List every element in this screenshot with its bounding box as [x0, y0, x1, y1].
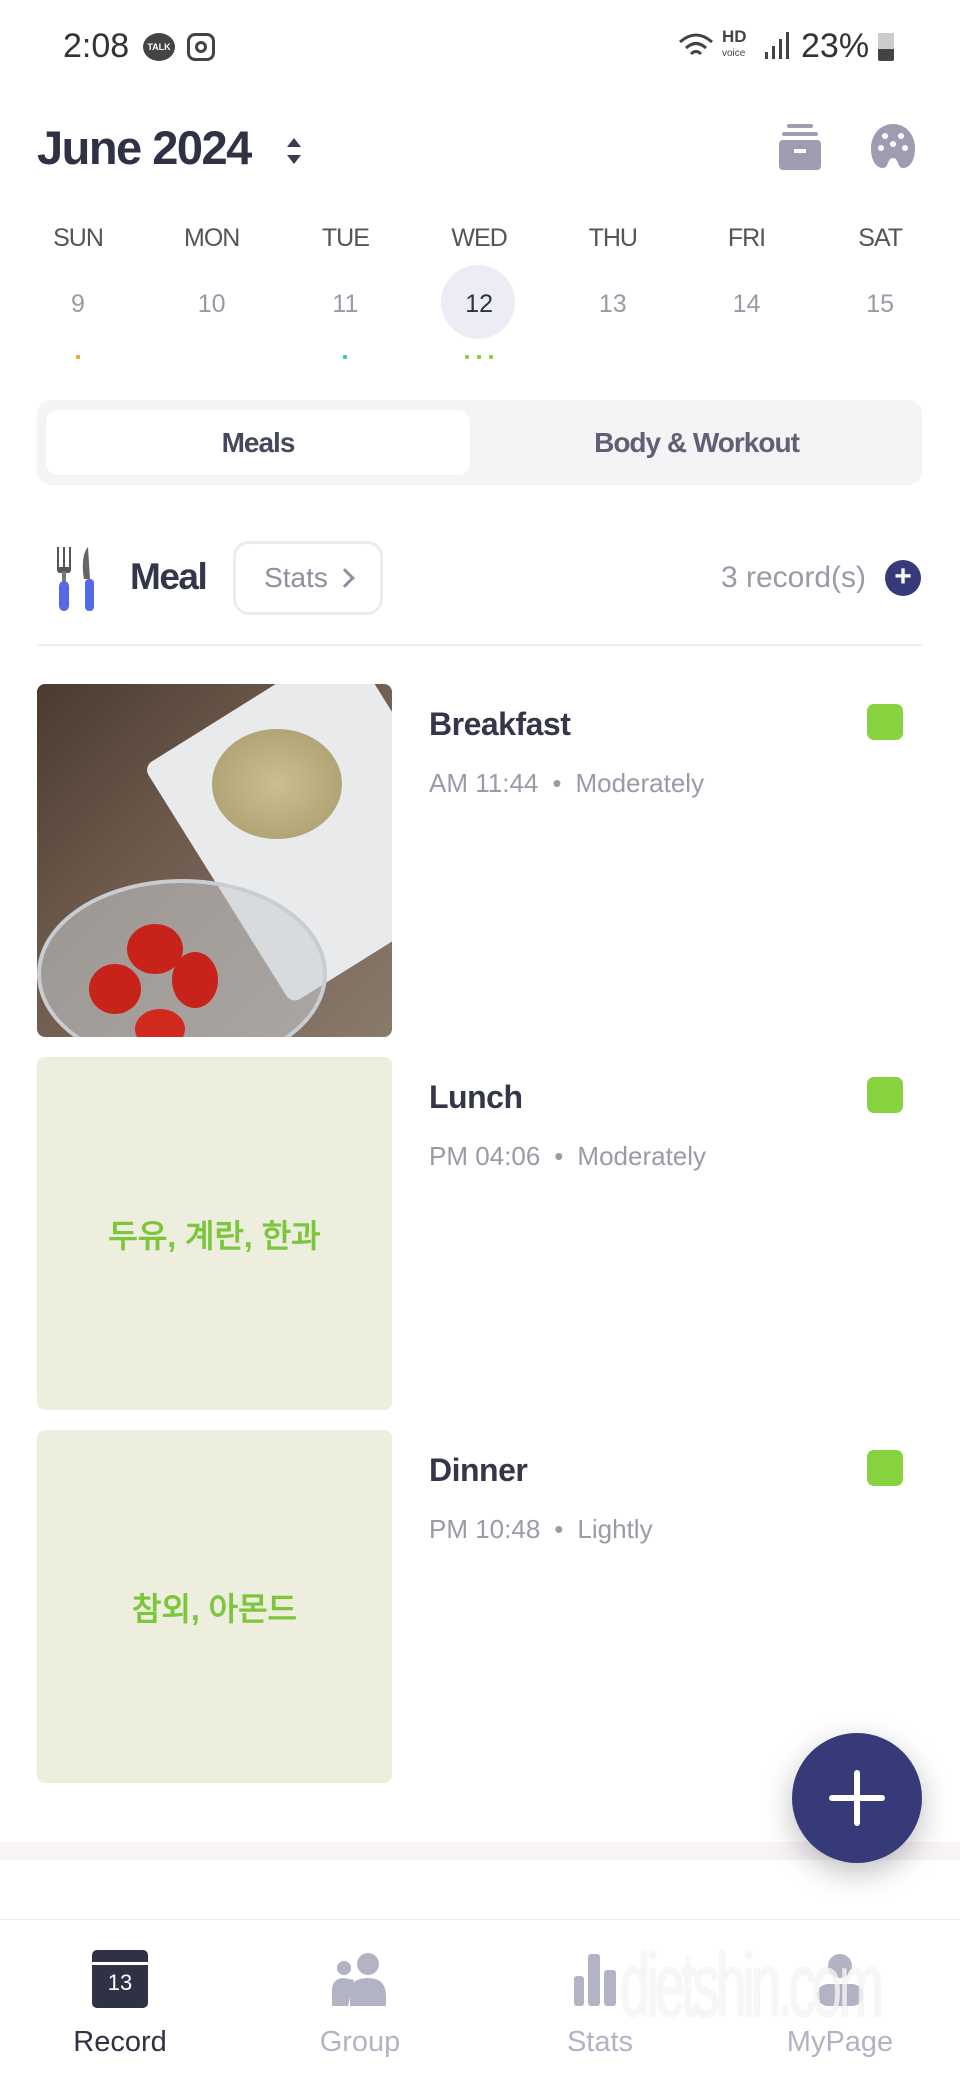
month-title[interactable]: June 2024: [37, 120, 252, 175]
record-count: 3 record(s): [720, 561, 866, 594]
record-meta: PM 04:06 • Moderately: [429, 1141, 706, 1172]
chevron-right-icon: [335, 568, 355, 588]
stats-button[interactable]: Stats: [233, 541, 383, 615]
record-time: PM 10:48: [429, 1514, 541, 1544]
fork-knife-icon: [57, 547, 94, 611]
record-dot: [343, 355, 348, 359]
date-14[interactable]: 14: [680, 290, 814, 319]
record-type-tabs: Meals Body & Workout: [37, 400, 922, 485]
battery-icon: [878, 33, 894, 61]
weekday-label: WED: [451, 224, 507, 252]
record-dot: [465, 355, 470, 359]
record-meta: PM 10:48 • Lightly: [429, 1514, 653, 1545]
nav-group-label[interactable]: Group: [240, 2026, 480, 2059]
date-10[interactable]: 10: [145, 290, 279, 319]
weekday-label: MON: [184, 224, 240, 252]
hd-voice-icon: HD voice: [722, 27, 747, 61]
dinner-image[interactable]: 참외, 아몬드: [37, 1430, 392, 1783]
weekday-label: SAT: [858, 224, 903, 252]
kakaotalk-icon: TALK: [143, 33, 175, 61]
record-time: AM 11:44: [429, 768, 539, 798]
separator-dot: •: [554, 1141, 564, 1171]
voice-label: voice: [722, 48, 746, 59]
nav-divider: [0, 1919, 960, 1920]
date-15[interactable]: 15: [813, 290, 947, 319]
record-dot: [489, 355, 494, 359]
group-icon[interactable]: [332, 1952, 390, 2008]
add-record-fab[interactable]: [792, 1733, 922, 1863]
record-dot: [76, 355, 80, 359]
status-square: [867, 704, 903, 740]
record-title[interactable]: Breakfast: [429, 706, 571, 743]
archive-icon[interactable]: [777, 122, 823, 170]
record-amount: Lightly: [577, 1514, 653, 1544]
nav-record-label[interactable]: Record: [0, 2026, 240, 2059]
nav-record[interactable]: 13: [0, 1950, 240, 2008]
record-title[interactable]: Dinner: [429, 1452, 528, 1489]
status-square: [867, 1077, 903, 1113]
date-9[interactable]: 9: [11, 290, 145, 319]
lunch-image[interactable]: 두유, 계란, 한과: [37, 1057, 392, 1410]
date-11[interactable]: 11: [278, 290, 412, 319]
weekday-label: THU: [588, 224, 638, 252]
stats-label: Stats: [264, 562, 328, 593]
add-meal-plus-icon[interactable]: +: [885, 560, 921, 596]
record-title[interactable]: Lunch: [429, 1079, 523, 1116]
sort-toggle-icon[interactable]: [284, 135, 304, 167]
status-square: [867, 1450, 903, 1486]
status-time: 2:08: [63, 27, 130, 65]
tab-meals[interactable]: Meals: [46, 410, 470, 475]
weekday-label: FRI: [727, 224, 766, 252]
hd-label: HD: [722, 27, 747, 46]
battery-percent: 23%: [801, 27, 870, 65]
divider: [37, 644, 922, 646]
record-dot: [477, 355, 482, 359]
date-13[interactable]: 13: [546, 290, 680, 319]
record-amount: Moderately: [575, 768, 705, 798]
record-time: PM 04:06: [429, 1141, 541, 1171]
calendar-badge: 13: [107, 1970, 133, 1995]
meal-section-title: Meal: [130, 556, 208, 597]
record-meta: AM 11:44 • Moderately: [429, 768, 704, 799]
tab-body-workout[interactable]: Body & Workout: [480, 410, 913, 475]
palette-icon[interactable]: [869, 122, 917, 170]
calendar-icon: 13: [92, 1950, 148, 2008]
record-amount: Moderately: [577, 1141, 707, 1171]
weekday-label: TUE: [321, 224, 370, 252]
instagram-icon: [187, 33, 215, 61]
watermark-logo: dietshin.com: [620, 1936, 884, 2036]
wifi-icon: [679, 33, 713, 56]
separator-dot: •: [554, 1514, 564, 1544]
breakfast-photo[interactable]: [37, 684, 392, 1037]
weekday-label: SUN: [53, 224, 104, 252]
date-12[interactable]: 12: [412, 290, 546, 319]
signal-icon: [765, 32, 789, 59]
separator-dot: •: [552, 768, 562, 798]
